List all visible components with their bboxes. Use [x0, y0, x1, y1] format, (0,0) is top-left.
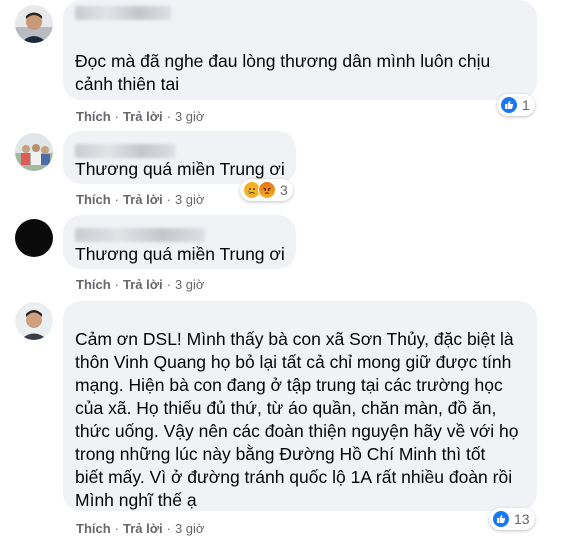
author-name-blurred — [75, 144, 175, 158]
reaction-summary[interactable]: 13 — [489, 508, 535, 530]
avatar[interactable] — [15, 219, 53, 257]
comment-actions: Thích · Trả lời · 3 giờ — [76, 192, 204, 207]
reply-link[interactable]: Trả lời — [123, 192, 163, 207]
reply-link[interactable]: Trả lời — [123, 277, 163, 292]
comment-text-line: của xã. Họ thiếu đủ thứ, từ áo quần, chă… — [75, 398, 497, 418]
reaction-summary[interactable]: 3 — [240, 179, 293, 201]
comment-actions: Thích · Trả lời · 3 giờ — [76, 109, 204, 124]
comment-bubble: Thương quá miền Trung ơi — [63, 215, 296, 269]
comment-actions: Thích · Trả lời · 3 giờ — [76, 521, 204, 536]
comment-text-line: thức uống. Vậy nên các đoàn thiện nguyện… — [75, 421, 519, 441]
separator: · — [166, 277, 171, 292]
like-reaction-icon — [500, 96, 518, 114]
timestamp[interactable]: 3 giờ — [175, 109, 205, 124]
separator: · — [166, 192, 171, 207]
separator: · — [114, 192, 120, 207]
like-link[interactable]: Thích — [76, 109, 111, 124]
like-reaction-icon — [492, 510, 510, 528]
comment-text-line: Thương quá miền Trung ơi — [75, 159, 285, 179]
comment-actions: Thích · Trả lời · 3 giờ — [76, 277, 204, 292]
comment-text-line: Đọc mà đã nghe đau lòng thương dân mình … — [75, 51, 491, 71]
comment-text-line: trong những lúc này bằng Đường Hồ Chí Mi… — [75, 444, 486, 464]
reaction-count: 3 — [280, 182, 288, 198]
reaction-count: 1 — [522, 97, 530, 113]
separator: · — [114, 521, 120, 536]
avatar[interactable] — [15, 133, 53, 171]
separator: · — [114, 277, 120, 292]
comment-bubble: Cảm ơn DSL! Mình thấy bà con xã Sơn Thủy… — [63, 301, 537, 511]
separator: · — [166, 109, 171, 124]
reply-link[interactable]: Trả lời — [123, 521, 163, 536]
separator: · — [114, 109, 120, 124]
comment-bubble: Thương quá miền Trung ơi — [63, 131, 296, 184]
like-link[interactable]: Thích — [76, 192, 111, 207]
timestamp[interactable]: 3 giờ — [175, 521, 205, 536]
like-link[interactable]: Thích — [76, 277, 111, 292]
like-link[interactable]: Thích — [76, 521, 111, 536]
comment-text-line: biết mấy. Vì ở đường tránh quốc lộ 1A rấ… — [75, 467, 513, 487]
timestamp[interactable]: 3 giờ — [175, 277, 205, 292]
author-name-blurred — [75, 6, 171, 20]
separator: · — [166, 521, 171, 536]
reaction-summary[interactable]: 1 — [497, 94, 535, 116]
comment-text-line: mạng. Hiện bà con đang ở tập trung tại c… — [75, 375, 503, 395]
reply-link[interactable]: Trả lời — [123, 109, 163, 124]
comment-text-line: Thương quá miền Trung ơi — [75, 244, 285, 264]
comment-text-line: thôn Vinh Quang họ bỏ lại tất cả chỉ mon… — [75, 352, 512, 372]
comment-bubble: Đọc mà đã nghe đau lòng thương dân mình … — [63, 0, 537, 100]
avatar[interactable] — [15, 5, 53, 43]
author-name-blurred — [75, 228, 205, 242]
angry-reaction-icon — [258, 181, 276, 199]
reaction-count: 13 — [514, 511, 530, 527]
avatar[interactable] — [15, 302, 53, 340]
timestamp[interactable]: 3 giờ — [175, 192, 205, 207]
comment-text-line: cảnh thiên tai — [75, 74, 180, 94]
comment-text-line: Cảm ơn DSL! Mình thấy bà con xã Sơn Thủy… — [75, 329, 514, 349]
comment-text-line: Mình nghĩ thế ạ — [75, 490, 197, 510]
